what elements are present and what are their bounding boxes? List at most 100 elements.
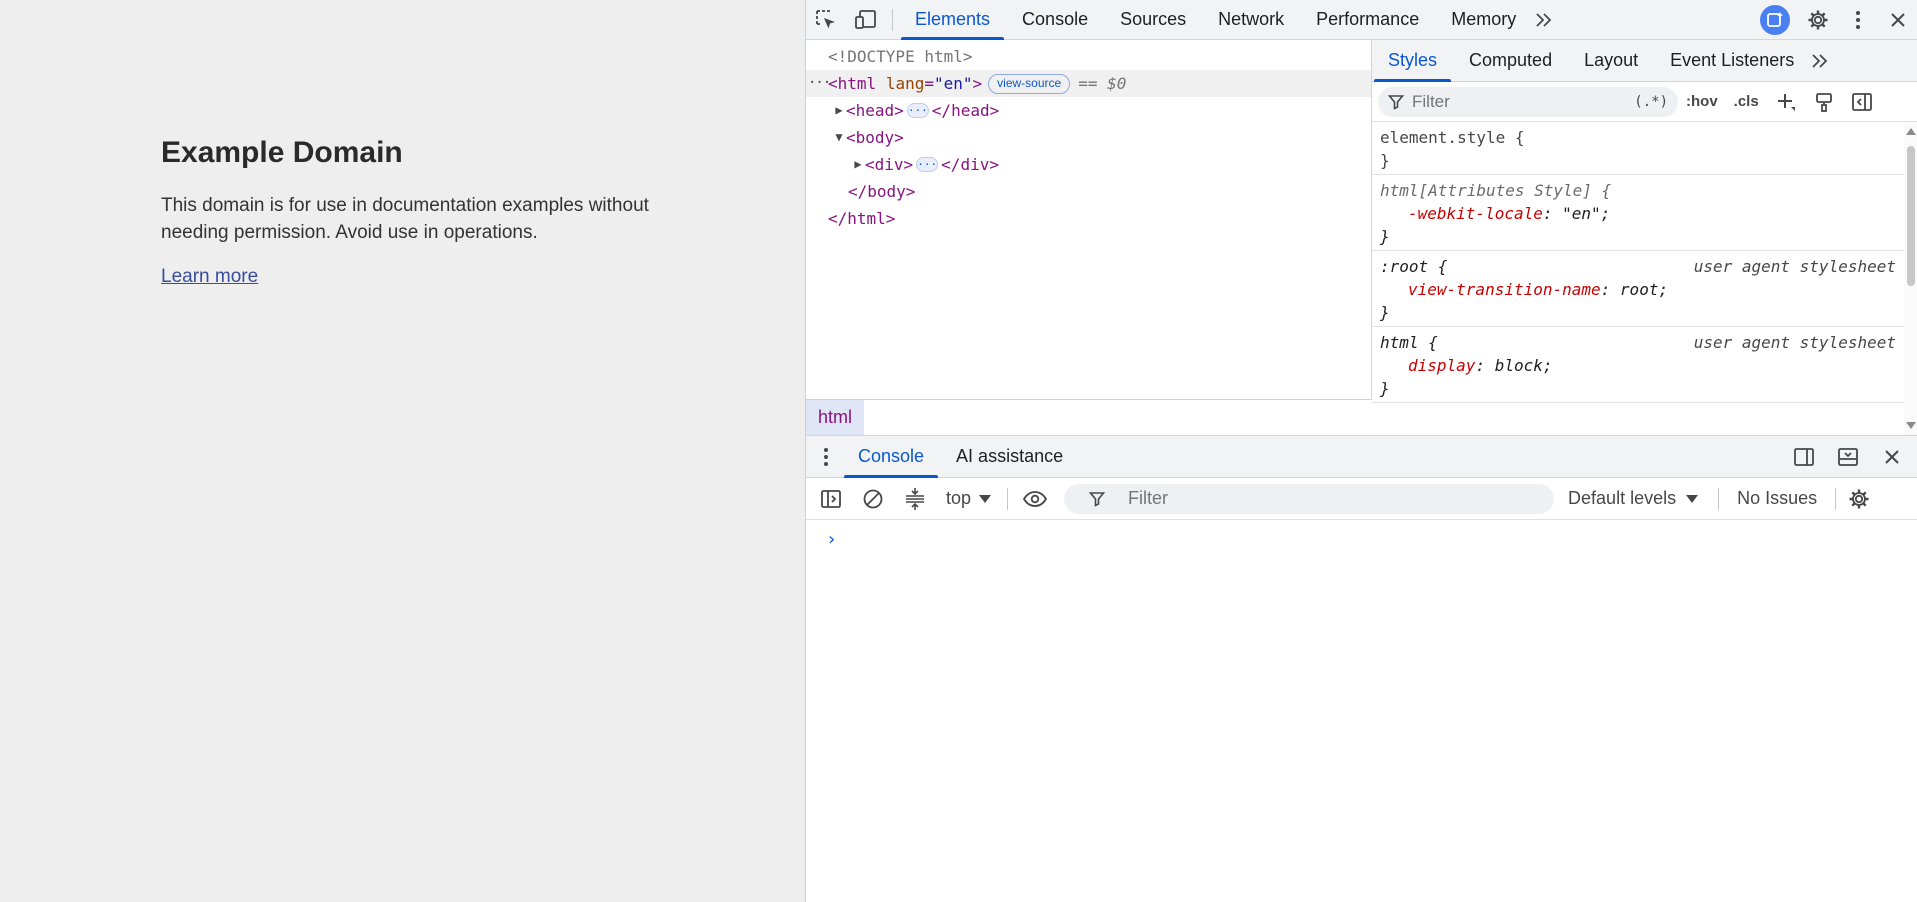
new-style-rule-icon[interactable] [1767, 84, 1805, 120]
devtools-main-toolbar: Elements Console Sources Network Perform… [806, 0, 1917, 40]
hov-button[interactable]: :hov [1678, 93, 1726, 110]
property-name: display [1408, 356, 1476, 375]
minimize-drawer-icon[interactable] [1828, 437, 1868, 477]
body-open-tag: <body> [846, 128, 904, 147]
page-content: Example Domain This domain is for use in… [161, 136, 681, 288]
page-viewport: Example Domain This domain is for use in… [0, 0, 805, 902]
devtools-panel: Elements Console Sources Network Perform… [805, 0, 1917, 902]
learn-more-link[interactable]: Learn more [161, 266, 258, 287]
tab-sources[interactable]: Sources [1104, 0, 1202, 40]
styles-sidebar-panel: Styles Computed Layout Event Listeners F… [1372, 40, 1917, 435]
console-prompt-icon[interactable]: › [826, 529, 837, 550]
rule-close-brace: } [1380, 379, 1390, 398]
dom-body-line[interactable]: ▼ <body> [806, 124, 1371, 151]
live-expression-eye-icon[interactable] [1014, 479, 1056, 519]
rule-close-brace: } [1380, 303, 1390, 322]
selected-node-ref: == $0 [1078, 74, 1127, 93]
view-source-badge[interactable]: view-source [988, 73, 1071, 94]
style-rule-element-style[interactable]: element.style { } [1372, 122, 1904, 175]
collapsed-children-badge[interactable]: ··· [916, 157, 939, 172]
tab-network[interactable]: Network [1202, 0, 1300, 40]
style-rule-attributes-style[interactable]: html[Attributes Style] { -webkit-locale:… [1372, 175, 1904, 251]
styles-scrollbar[interactable] [1904, 122, 1917, 435]
main-toolbar-right [1760, 0, 1917, 40]
console-filter-placeholder: Filter [1128, 488, 1169, 508]
node-actions-icon[interactable]: ··· [808, 70, 831, 97]
kebab-menu-icon[interactable] [1838, 0, 1878, 40]
settings-gear-icon[interactable] [1798, 0, 1838, 40]
drawer-tab-strip: Console AI assistance [806, 436, 1917, 478]
dock-side-icon[interactable] [1784, 437, 1824, 477]
style-rule-root[interactable]: :root { user agent stylesheet view-trans… [1372, 251, 1904, 327]
style-declaration[interactable]: display: block; [1380, 354, 1896, 377]
collapse-triangle-icon[interactable]: ▼ [832, 124, 846, 151]
styles-tab-strip: Styles Computed Layout Event Listeners [1372, 40, 1917, 82]
style-declaration[interactable]: -webkit-locale: "en"; [1380, 202, 1896, 225]
style-declaration[interactable]: view-transition-name: root; [1380, 278, 1896, 301]
drawer-tab-console[interactable]: Console [842, 436, 940, 478]
page-paragraph: This domain is for use in documentation … [161, 195, 649, 243]
log-levels-value: Default levels [1568, 488, 1677, 508]
paint-brush-icon[interactable] [1805, 84, 1843, 120]
console-settings-gear-icon[interactable] [1842, 479, 1876, 519]
cls-button[interactable]: .cls [1726, 93, 1767, 110]
toolbar-separator [1007, 487, 1009, 510]
dom-doctype-line[interactable]: <!DOCTYPE html> [806, 43, 1371, 70]
inspect-element-icon[interactable] [806, 0, 846, 40]
expand-triangle-icon[interactable]: ▶ [851, 151, 865, 178]
console-sidebar-icon[interactable] [810, 479, 852, 519]
group-similar-icon[interactable] [894, 479, 936, 519]
dom-div-line[interactable]: ▶ <div> ··· </div> [806, 151, 1371, 178]
more-sidebar-tabs-icon[interactable] [1810, 40, 1830, 82]
div-close-tag: </div> [941, 155, 999, 174]
regex-toggle-button[interactable]: (.*) [1634, 94, 1668, 110]
console-filter-input[interactable]: Filter [1064, 483, 1555, 514]
style-rules-list: element.style { } html[Attributes Style]… [1372, 122, 1904, 435]
tab-memory[interactable]: Memory [1435, 0, 1532, 40]
toggle-sidebar-icon[interactable] [1843, 84, 1881, 120]
dom-html-line[interactable]: ··· <html lang = "en" > view-source == $0 [806, 70, 1371, 97]
drawer-menu-icon[interactable] [810, 436, 842, 478]
tab-performance[interactable]: Performance [1300, 0, 1435, 40]
elements-dom-tree-panel: <!DOCTYPE html> ··· <html lang = "en" > vie… [806, 40, 1372, 435]
styles-toolbar: Filter (.*) :hov .cls [1372, 82, 1917, 122]
style-rule-html[interactable]: html { user agent stylesheet display: bl… [1372, 327, 1904, 403]
drawer-tab-actions [1784, 437, 1917, 477]
breadcrumb-item-html[interactable]: html [806, 400, 865, 435]
tab-styles[interactable]: Styles [1372, 40, 1453, 82]
dom-body-close-line[interactable]: </body> [806, 178, 1371, 205]
tab-event-listeners[interactable]: Event Listeners [1654, 40, 1810, 82]
execution-context-select[interactable]: top [936, 488, 1001, 509]
body-close-tag: </body> [848, 182, 916, 201]
filter-icon [1388, 94, 1404, 110]
property-name: view-transition-name [1408, 280, 1601, 299]
issues-counter[interactable]: No Issues [1725, 488, 1829, 509]
styles-filter-input[interactable]: Filter (.*) [1378, 86, 1678, 117]
drawer-tab-ai-assistance[interactable]: AI assistance [940, 436, 1079, 478]
log-levels-dropdown[interactable]: Default levels [1554, 488, 1712, 509]
dom-html-close-line[interactable]: </html> [806, 205, 1371, 232]
devtools-drawer: Console AI assistance top Filter Default… [806, 435, 1917, 902]
execution-context-value: top [946, 488, 972, 508]
expand-triangle-icon[interactable]: ▶ [832, 97, 846, 124]
scroll-up-arrow-icon[interactable] [1906, 128, 1916, 135]
device-toolbar-icon[interactable] [846, 0, 886, 40]
tab-console[interactable]: Console [1006, 0, 1104, 40]
clear-console-icon[interactable] [852, 479, 894, 519]
scroll-down-arrow-icon[interactable] [1906, 422, 1916, 429]
styles-filter-placeholder: Filter [1412, 91, 1450, 111]
dropdown-caret-icon [1686, 494, 1699, 503]
toolbar-separator [1835, 487, 1837, 510]
more-tabs-icon[interactable] [1532, 0, 1556, 40]
dom-tree: <!DOCTYPE html> ··· <html lang = "en" > vie… [806, 40, 1371, 232]
tab-elements[interactable]: Elements [899, 0, 1006, 40]
doctype-text: <!DOCTYPE html> [828, 47, 973, 66]
collapsed-children-badge[interactable]: ··· [906, 103, 929, 118]
close-devtools-icon[interactable] [1878, 0, 1917, 40]
tab-layout[interactable]: Layout [1568, 40, 1654, 82]
dom-head-line[interactable]: ▶ <head> ··· </head> [806, 97, 1371, 124]
ai-assistant-icon[interactable] [1760, 4, 1790, 35]
close-drawer-icon[interactable] [1872, 437, 1912, 477]
scrollbar-thumb[interactable] [1907, 146, 1915, 286]
tab-computed[interactable]: Computed [1453, 40, 1568, 82]
